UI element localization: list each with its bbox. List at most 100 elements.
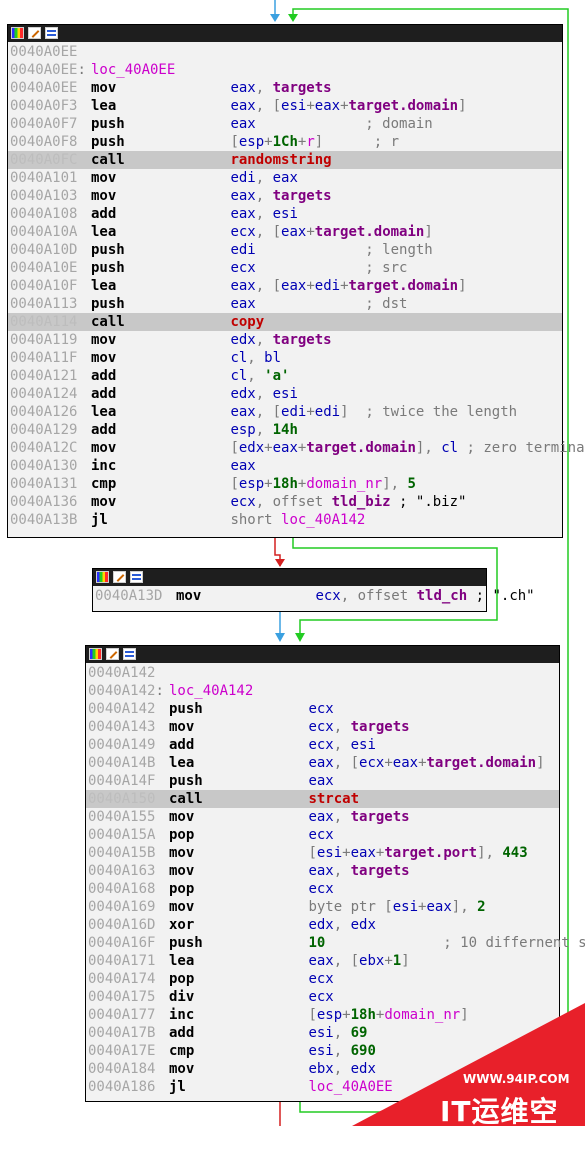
instruction-line[interactable]: 0040A114 call copy [8, 313, 562, 331]
instruction-line[interactable]: 0040A16D xor edx, edx [86, 916, 559, 934]
instruction-line[interactable]: 0040A0FC call randomstring [8, 151, 562, 169]
instruction-line[interactable]: 0040A124 add edx, esi [8, 385, 562, 403]
instruction-line[interactable]: 0040A121 add cl, 'a' [8, 367, 562, 385]
instruction-line[interactable]: 0040A119 mov edx, targets [8, 331, 562, 349]
instruction-line[interactable]: 0040A168 pop ecx [86, 880, 559, 898]
instruction-line[interactable]: 0040A126 lea eax, [edi+edi] ; twice the le… [8, 403, 562, 421]
symbol[interactable]: target.domain [349, 278, 459, 294]
instruction-line[interactable]: 0040A14F push eax [86, 772, 559, 790]
immediate: 1 [392, 953, 402, 969]
instruction-line[interactable]: 0040A17B add esi, 69 [86, 1024, 559, 1042]
graph-icon[interactable] [45, 27, 58, 39]
instruction-line[interactable]: 0040A171 lea eax, [ebx+1] [86, 952, 559, 970]
instruction-line[interactable]: 0040A130 inc eax [8, 457, 562, 475]
instruction-line[interactable]: 0040A11F mov cl, bl [8, 349, 562, 367]
symbol[interactable]: targets [351, 809, 410, 825]
palette-icon[interactable] [96, 571, 109, 583]
symbol[interactable]: target.domain [427, 755, 537, 771]
operand: [ [230, 134, 239, 150]
instruction-line[interactable]: 0040A0EE mov eax, targets [8, 79, 562, 97]
operand: eax [281, 278, 307, 294]
instruction-line[interactable]: 0040A174 pop ecx [86, 970, 559, 988]
code-block-0040A13D[interactable]: 0040A13D mov ecx, offset tld_ch ; ".ch" [92, 568, 535, 612]
instruction-line[interactable]: 0040A163 mov eax, targets [86, 862, 559, 880]
operand: [ [308, 1007, 317, 1023]
instruction-line[interactable]: 0040A103 mov eax, targets [8, 187, 562, 205]
instruction-line[interactable]: 0040A0F7 push eax ; domain [8, 115, 562, 133]
instruction-line[interactable]: 0040A13D mov ecx, offset tld_ch ; ".ch" [93, 587, 535, 605]
operand: eax [308, 809, 334, 825]
palette-icon[interactable] [11, 27, 24, 39]
instruction-line[interactable]: 0040A131 cmp [esp+18h+domain_nr], 5 [8, 475, 562, 493]
call-target[interactable]: strcat [308, 791, 359, 807]
instruction-line[interactable]: 0040A15B mov [esi+eax+target.port], 443 [86, 844, 559, 862]
operand: eax [308, 863, 334, 879]
operand: + [384, 953, 393, 969]
instruction-line[interactable]: 0040A0F3 lea eax, [esi+eax+target.domain] [8, 97, 562, 115]
symbol[interactable]: target.domain [306, 440, 416, 456]
instruction-line[interactable]: 0040A10E push ecx ; src [8, 259, 562, 277]
instruction-line[interactable]: 0040A155 mov eax, targets [86, 808, 559, 826]
instruction-line[interactable]: 0040A15A pop ecx [86, 826, 559, 844]
code-block-loc_40A0EE[interactable]: 0040A0EE 0040A0EE loc_40A0EE:0040A0EE mov ea… [7, 24, 585, 538]
instruction-line[interactable]: 0040A142 push ecx [86, 700, 559, 718]
mnemonic: div [169, 989, 195, 1005]
palette-icon[interactable] [89, 648, 102, 660]
graph-icon[interactable] [123, 648, 136, 660]
call-target[interactable]: copy [230, 314, 264, 330]
instruction-line[interactable]: 0040A142 [86, 664, 559, 682]
instruction-line[interactable]: 0040A149 add ecx, esi [86, 736, 559, 754]
operand: esi [281, 98, 307, 114]
instruction-line[interactable]: 0040A113 push eax ; dst [8, 295, 562, 313]
graph-icon[interactable] [130, 571, 143, 583]
instruction-line[interactable]: 0040A129 add esp, 14h [8, 421, 562, 439]
address: 0040A131 [10, 476, 78, 492]
instruction-line[interactable]: 0040A177 inc [esp+18h+domain_nr] [86, 1006, 559, 1024]
symbol[interactable]: target.domain [349, 98, 459, 114]
instruction-line[interactable]: 0040A17E cmp esi, 690 [86, 1042, 559, 1060]
instruction-line[interactable]: 0040A175 div ecx [86, 988, 559, 1006]
symbol[interactable]: targets [273, 80, 332, 96]
symbol[interactable]: targets [351, 719, 410, 735]
symbol[interactable]: tld_ch [417, 588, 468, 604]
edit-icon[interactable] [28, 27, 41, 39]
symbol[interactable]: tld_biz [332, 494, 391, 510]
instruction-line[interactable]: 0040A169 mov byte ptr [esi+eax], 2 [86, 898, 559, 916]
instruction-line[interactable]: 0040A13B jl short loc_40A142 [8, 511, 562, 529]
instruction-line[interactable]: 0040A0EE [8, 43, 562, 61]
operand: , [ [255, 404, 282, 420]
instruction-line[interactable]: 0040A142 loc_40A142: [86, 682, 559, 700]
edit-icon[interactable] [113, 571, 126, 583]
instruction-line[interactable]: 0040A16F push 10 ; 10 differnent sld [86, 934, 585, 952]
instruction-line[interactable]: 0040A10F lea eax, [eax+edi+target.domain] [8, 277, 562, 295]
symbol[interactable]: target.domain [315, 224, 425, 240]
operand: + [264, 134, 273, 150]
mnemonic: jl [91, 512, 108, 528]
operand: ] [460, 1007, 469, 1023]
symbol[interactable]: targets [273, 332, 332, 348]
instruction-line[interactable]: 0040A0F8 push [esp+1Ch+r] ; r [8, 133, 562, 151]
instruction-line[interactable]: 0040A10D push edi ; length [8, 241, 562, 259]
instruction-line[interactable]: 0040A101 mov edi, eax [8, 169, 562, 187]
instruction-line[interactable]: 0040A0EE loc_40A0EE: [8, 61, 562, 79]
symbol[interactable]: target.port [384, 845, 477, 861]
instruction-line[interactable]: 0040A136 mov ecx, offset tld_biz ; ".biz" [8, 493, 562, 511]
instruction-line[interactable]: 0040A10A lea ecx, [eax+target.domain] [8, 223, 562, 241]
edit-icon[interactable] [106, 648, 119, 660]
instruction-line[interactable]: 0040A12C mov [edx+eax+target.domain], cl ;… [8, 439, 585, 457]
code-block-loc_40A142[interactable]: 0040A142 0040A142 loc_40A142:0040A142 push e… [85, 645, 585, 1102]
instruction-line[interactable]: 0040A14B lea eax, [ecx+eax+target.domain] [86, 754, 559, 772]
instruction-line[interactable]: 0040A108 add eax, esi [8, 205, 562, 223]
jump-target[interactable]: loc_40A142 [281, 512, 365, 528]
operand: esp [238, 476, 265, 492]
symbol[interactable]: targets [351, 863, 410, 879]
instruction-line[interactable]: 0040A143 mov ecx, targets [86, 718, 559, 736]
call-target[interactable]: randomstring [230, 152, 331, 168]
jump-target[interactable]: loc_40A0EE [308, 1079, 392, 1095]
operand: eax [230, 206, 256, 222]
instruction-line[interactable]: 0040A150 call strcat [86, 790, 559, 808]
symbol[interactable]: targets [273, 188, 332, 204]
operand: esi [316, 845, 343, 861]
operand: eax [230, 188, 256, 204]
operand: , [333, 737, 351, 753]
